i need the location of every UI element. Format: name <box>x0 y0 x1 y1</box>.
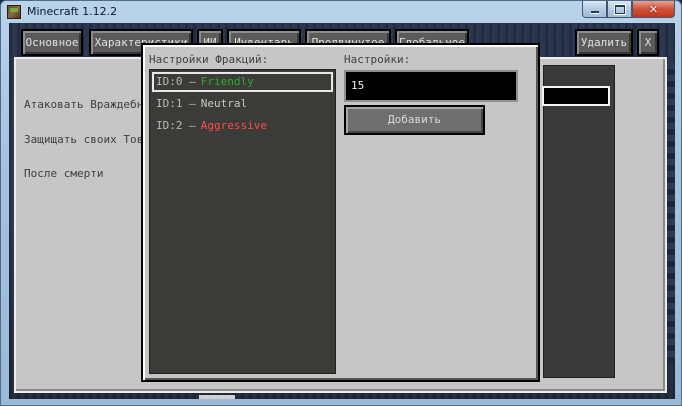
attack-hostile-label: Атаковать Враждебные <box>24 98 157 111</box>
game-viewport: Основное Характеристики ИИ Инвентарь Про… <box>9 23 675 399</box>
background-input[interactable] <box>542 86 610 106</box>
factions-header: Настройки Фракций: <box>149 53 269 66</box>
delete-label: Удалить <box>580 36 628 49</box>
faction-row-friendly[interactable]: ID:0 – Friendly <box>152 72 333 92</box>
faction-separator: – <box>182 97 196 110</box>
faction-row-aggressive[interactable]: ID:2 – Aggressive <box>152 117 333 137</box>
close-icon: ✕ <box>648 2 659 16</box>
faction-name: Neutral <box>200 97 248 110</box>
faction-separator: – <box>182 75 196 88</box>
delete-button[interactable]: Удалить <box>575 29 633 56</box>
maximize-button[interactable] <box>607 1 632 18</box>
minecraft-app-icon <box>7 5 21 19</box>
faction-name: Aggressive <box>200 119 267 132</box>
faction-id: ID:2 <box>156 119 183 132</box>
window-controls: ✕ <box>582 1 675 19</box>
settings-header: Настройки: <box>344 53 411 66</box>
window-frame: Minecraft 1.12.2 ✕ Основное Характеристи… <box>0 0 682 406</box>
tab-basic[interactable]: Основное <box>21 29 83 56</box>
window-title: Minecraft 1.12.2 <box>27 5 118 18</box>
faction-separator: – <box>182 119 196 132</box>
faction-name: Friendly <box>200 75 254 88</box>
faction-id: ID:1 <box>156 97 183 110</box>
faction-row-neutral[interactable]: ID:1 – Neutral <box>152 95 333 115</box>
close-gui-button[interactable]: X <box>637 29 659 56</box>
bottom-highlight <box>199 395 235 399</box>
faction-settings-dialog: Настройки Фракций: Настройки: ID:0 – Frie… <box>141 43 540 382</box>
minimize-icon <box>590 11 599 13</box>
background-list <box>543 65 615 378</box>
minimize-button[interactable] <box>582 1 607 18</box>
close-gui-label: X <box>644 36 652 49</box>
faction-value-input[interactable]: 15 <box>344 70 518 102</box>
faction-list[interactable]: ID:0 – Friendly ID:1 – Neutral ID:2 – Aggre… <box>149 69 336 374</box>
title-bar[interactable]: Minecraft 1.12.2 ✕ <box>1 1 681 23</box>
faction-id: ID:0 <box>156 75 183 88</box>
defend-allies-label: Защищать своих Това <box>24 133 150 146</box>
add-button-label: Добавить <box>388 113 441 126</box>
tab-label: Основное <box>25 36 79 49</box>
add-button[interactable]: Добавить <box>344 105 485 135</box>
close-window-button[interactable]: ✕ <box>632 1 675 18</box>
after-death-label: После смерти <box>24 167 104 180</box>
maximize-icon <box>614 4 625 14</box>
